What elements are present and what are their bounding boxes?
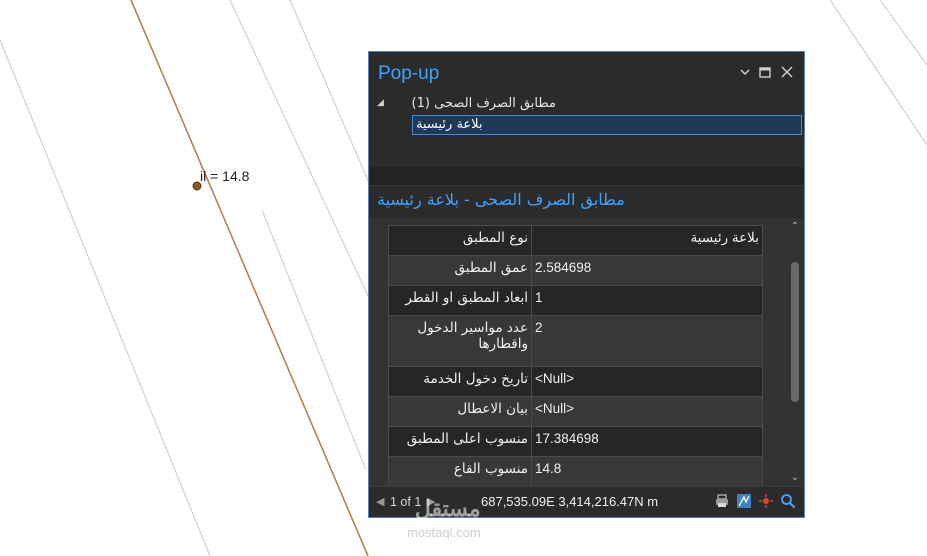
- manhole-label: il = 14.8: [200, 168, 250, 184]
- field-name: ابعاد المطبق او القطر: [388, 285, 532, 316]
- field-value: 2.584698: [531, 255, 763, 286]
- sewer-line: [130, 0, 369, 556]
- zoom-to-icon[interactable]: [780, 493, 796, 509]
- status-bar: ◀ 1 of 1 ▶ 687,535.09E 3,414,216.47N m: [369, 486, 804, 517]
- table-row: نوع المطبق بلاعة رئيسية: [388, 225, 763, 256]
- field-value: 1: [531, 285, 763, 316]
- table-row: منسوب القاع 14.8: [388, 456, 763, 487]
- field-name: تاريخ دخول الخدمة: [388, 366, 532, 397]
- field-name: نوع المطبق: [388, 225, 532, 256]
- attribute-panel: نوع المطبق بلاعة رئيسية عمق المطبق 2.584…: [369, 218, 804, 488]
- parcel-line: [829, 0, 927, 146]
- field-value: 17.384698: [531, 426, 763, 457]
- coordinate-readout: 687,535.09E 3,414,216.47N m: [481, 494, 659, 509]
- close-icon[interactable]: [779, 64, 795, 80]
- parcel-line: [879, 0, 927, 66]
- scroll-thumb[interactable]: [791, 262, 799, 402]
- print-icon[interactable]: [714, 493, 730, 509]
- map-navigate-icon[interactable]: [736, 493, 752, 509]
- scroll-down-icon[interactable]: ⌄: [789, 472, 801, 484]
- feature-tree: ◢ مطابق الصرف الصحى (1) بلاعة رئيسية: [369, 92, 804, 167]
- field-value: 2: [531, 315, 763, 367]
- scroll-up-icon[interactable]: ⌃: [789, 221, 801, 233]
- table-row: منسوب اعلى المطبق 17.384698: [388, 426, 763, 457]
- popup-title: Pop-up: [378, 63, 440, 84]
- tree-item-label: بلاعة رئيسية: [416, 117, 483, 132]
- table-row: عدد مواسير الدخول واقطارها 2: [388, 315, 763, 367]
- panel-splitter[interactable]: [369, 167, 804, 185]
- feature-title: مطابق الصرف الصحى - بلاعة رئيسية: [369, 185, 804, 218]
- parcel-line: [289, 0, 371, 186]
- previous-feature-icon[interactable]: ◀: [376, 495, 384, 508]
- feature-title-text: مطابق الصرف الصحى - بلاعة رئيسية: [377, 190, 625, 209]
- restore-icon[interactable]: [757, 64, 773, 80]
- field-name: عدد مواسير الدخول واقطارها: [388, 315, 532, 367]
- flash-icon[interactable]: [758, 493, 774, 509]
- field-name: منسوب القاع: [388, 456, 532, 487]
- table-row: بيان الاعطال <Null>: [388, 396, 763, 427]
- parcel-line: [0, 39, 211, 556]
- popup-title-bar[interactable]: Pop-up: [369, 52, 804, 92]
- field-name: منسوب اعلى المطبق: [388, 426, 532, 457]
- parcel-line: [229, 0, 371, 301]
- field-value: بلاعة رئيسية: [531, 225, 763, 256]
- next-feature-icon[interactable]: ▶: [427, 495, 435, 508]
- attribute-table: نوع المطبق بلاعة رئيسية عمق المطبق 2.584…: [388, 225, 763, 487]
- table-row: ابعاد المطبق او القطر 1: [388, 285, 763, 316]
- field-value: <Null>: [531, 366, 763, 397]
- field-value: 14.8: [531, 456, 763, 487]
- tree-item-selected[interactable]: بلاعة رئيسية: [412, 115, 802, 135]
- field-value: <Null>: [531, 396, 763, 427]
- field-name: عمق المطبق: [388, 255, 532, 286]
- chevron-down-icon[interactable]: [737, 64, 753, 80]
- popup-window: Pop-up ◢ مطابق الصرف الصحى (1) بلاعة رئي…: [368, 51, 805, 518]
- table-row: تاريخ دخول الخدمة <Null>: [388, 366, 763, 397]
- vertical-scrollbar[interactable]: ⌃ ⌄: [788, 218, 802, 488]
- tree-group-label[interactable]: مطابق الصرف الصحى (1): [412, 96, 556, 111]
- feature-counter: 1 of 1: [390, 495, 422, 509]
- collapse-triangle-icon[interactable]: ◢: [377, 98, 384, 108]
- field-name: بيان الاعطال: [388, 396, 532, 427]
- table-row: عمق المطبق 2.584698: [388, 255, 763, 286]
